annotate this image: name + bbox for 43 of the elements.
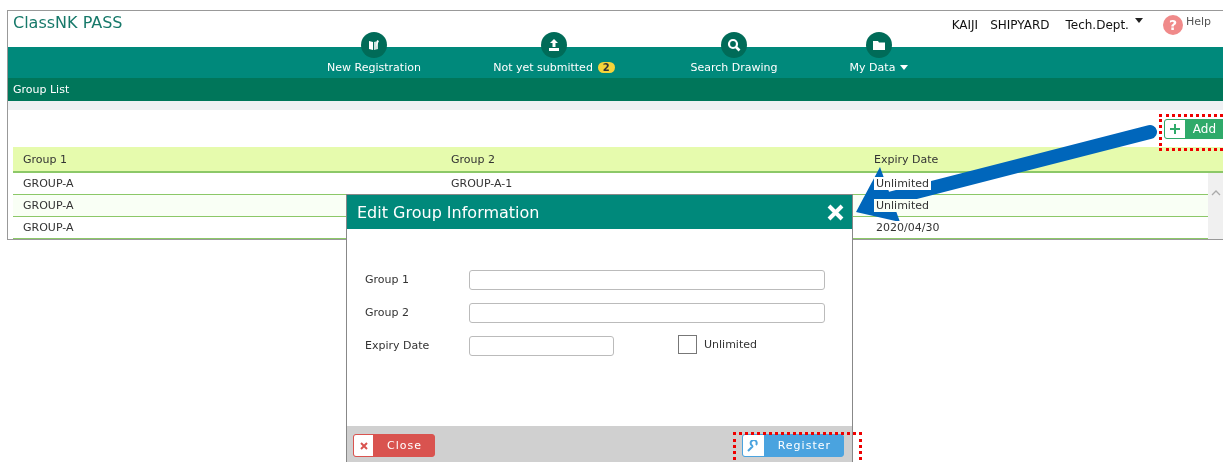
checkbox[interactable] xyxy=(678,334,697,354)
field-label: Group 2 xyxy=(365,306,410,319)
close-icon xyxy=(359,441,368,450)
department-dropdown[interactable]: Tech.Dept. xyxy=(1065,18,1143,32)
upload-icon[interactable] xyxy=(541,32,567,58)
plus-icon xyxy=(1169,123,1180,134)
add-button[interactable]: Add xyxy=(1163,118,1223,139)
company-name: KAIJI SHIPYARD xyxy=(951,16,1050,34)
column-header: Expiry Date xyxy=(873,152,940,166)
nav-link[interactable]: My Data xyxy=(849,61,909,74)
table-cell: Unlimited xyxy=(874,199,931,212)
register-button[interactable]: Register xyxy=(742,434,844,457)
table-cell-text: GROUP-A xyxy=(22,221,75,234)
table-cell: 2020/04/30 xyxy=(874,221,942,234)
close-button[interactable]: Close xyxy=(353,434,435,457)
input-field[interactable] xyxy=(469,335,614,356)
scrollbar[interactable] xyxy=(1208,173,1223,239)
checkbox-label: Unlimited xyxy=(704,337,757,351)
table-cell-text: GROUP-A-1 xyxy=(450,177,514,190)
document-icon[interactable] xyxy=(361,32,387,58)
count-badge: 2 xyxy=(597,62,615,73)
nav-link[interactable]: Not yet submitted 2 xyxy=(493,61,615,74)
dialog-title: Edit Group Information xyxy=(357,202,540,222)
field-label: Group 1 xyxy=(365,273,410,286)
search-icon[interactable] xyxy=(721,32,747,58)
highlight-frame xyxy=(1159,114,1223,151)
app-title: ClassNK PASS xyxy=(12,12,123,32)
help-link[interactable]: Help xyxy=(1185,14,1211,28)
wrench-icon xyxy=(747,439,760,452)
input-field[interactable] xyxy=(468,302,825,323)
nav-link[interactable]: Search Drawing xyxy=(690,61,778,74)
caret-icon[interactable] xyxy=(1134,18,1143,23)
help-icon[interactable]: ? xyxy=(1162,15,1183,35)
column-header: Group 1 xyxy=(22,152,68,166)
nav-link[interactable]: New Registration xyxy=(327,61,421,74)
table-cell: Unlimited xyxy=(874,177,931,190)
table-cell-text: GROUP-A xyxy=(22,177,75,190)
input-field[interactable] xyxy=(468,269,825,290)
folder-icon[interactable] xyxy=(866,32,892,58)
close-icon[interactable] xyxy=(827,203,844,221)
field-label: Expiry Date xyxy=(365,339,431,352)
section-title: Group List xyxy=(13,83,70,96)
column-header: Group 2 xyxy=(450,152,496,166)
